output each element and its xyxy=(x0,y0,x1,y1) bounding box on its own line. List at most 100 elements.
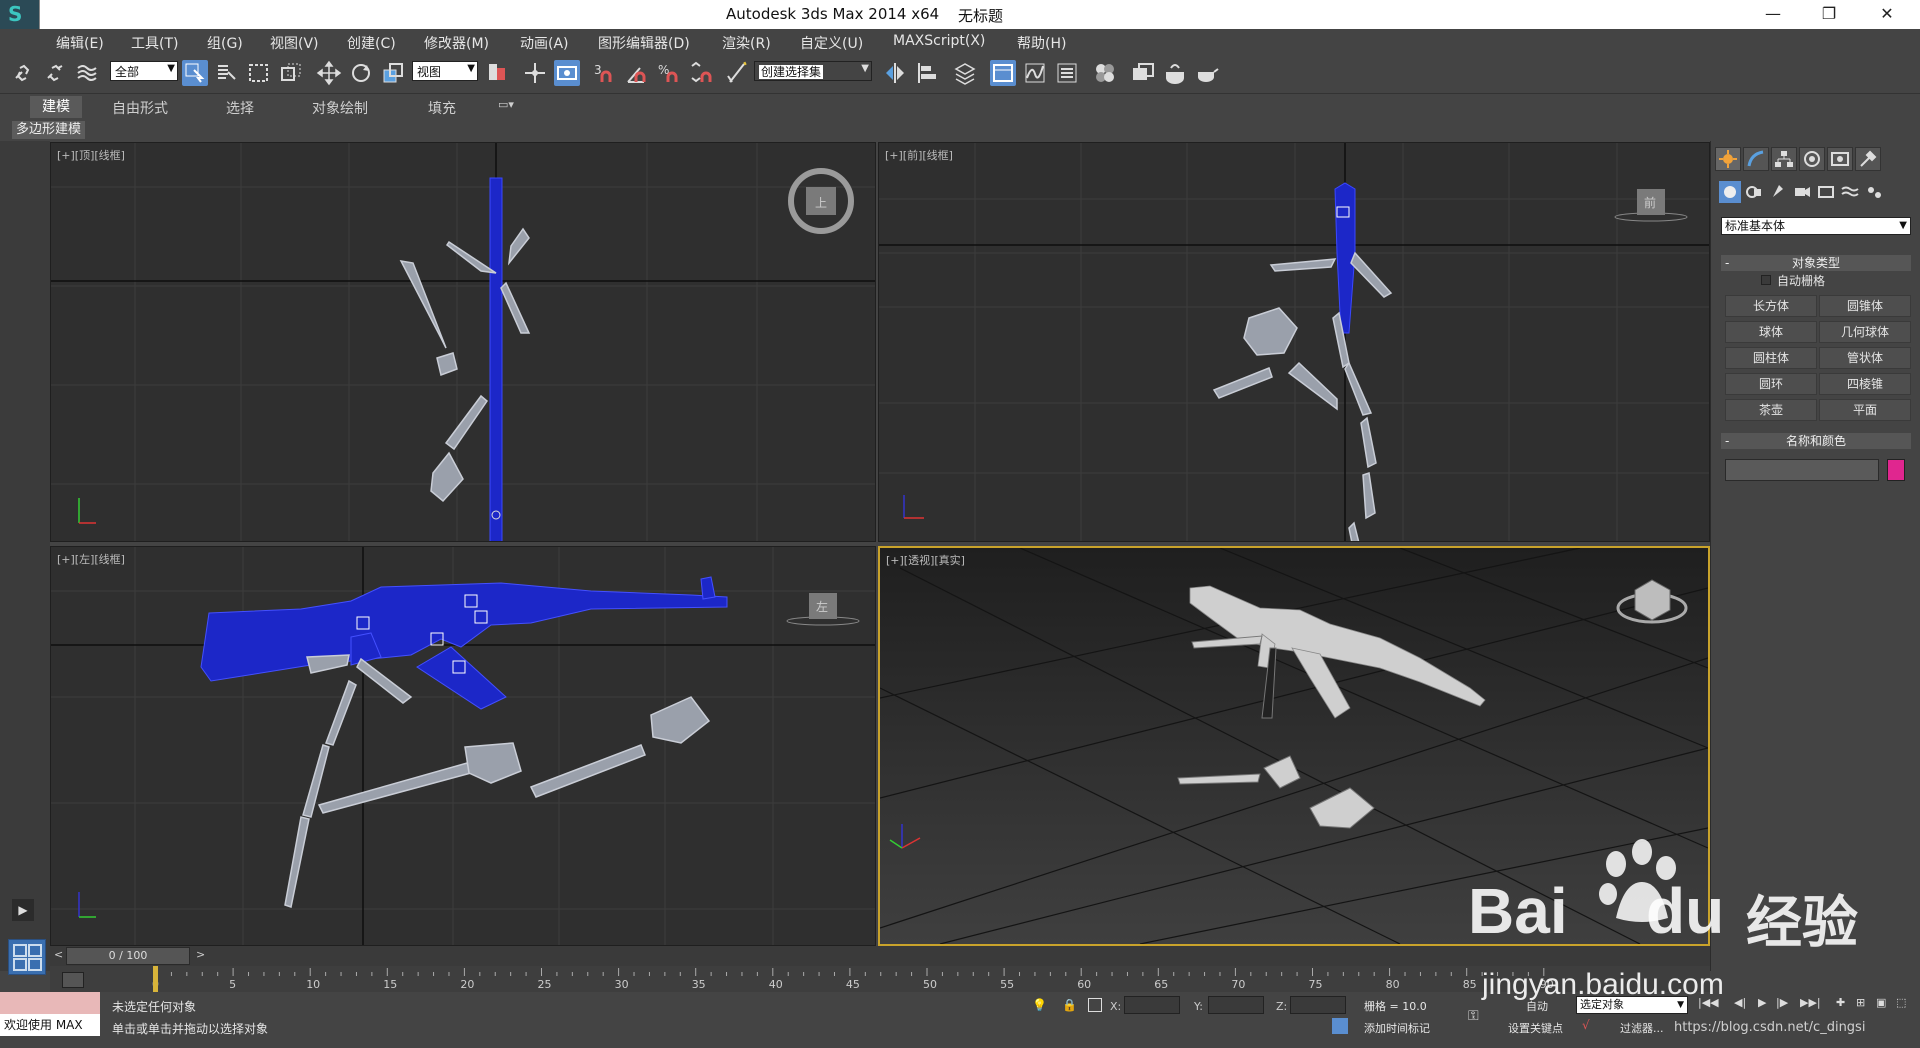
tab-modeling[interactable]: 建模 xyxy=(30,96,82,118)
autogrid-checkbox[interactable] xyxy=(1761,275,1771,285)
viewcube-left[interactable]: 左 xyxy=(786,593,860,626)
align-icon[interactable] xyxy=(914,60,940,86)
y-coord-input[interactable] xyxy=(1208,996,1264,1014)
rotate-icon[interactable] xyxy=(348,60,374,86)
menu-edit[interactable]: 编辑(E) xyxy=(56,33,104,53)
teapot-button[interactable]: 茶壶 xyxy=(1725,399,1817,421)
curve-editor-icon[interactable] xyxy=(1022,60,1048,86)
menu-customize[interactable]: 自定义(U) xyxy=(800,33,863,53)
menu-views[interactable]: 视图(V) xyxy=(270,33,319,53)
tab-freeform[interactable]: 自由形式 xyxy=(112,98,168,118)
torus-button[interactable]: 圆环 xyxy=(1725,373,1817,395)
close-button[interactable]: ✕ xyxy=(1864,0,1910,29)
pyramid-button[interactable]: 四棱锥 xyxy=(1819,373,1911,395)
object-color-swatch[interactable] xyxy=(1887,459,1905,481)
window-crossing-icon[interactable] xyxy=(278,60,304,86)
geosphere-button[interactable]: 几何球体 xyxy=(1819,321,1911,343)
menu-help[interactable]: 帮助(H) xyxy=(1017,33,1066,53)
tab-selection[interactable]: 选择 xyxy=(226,98,254,118)
select-manipulate-icon[interactable] xyxy=(522,60,548,86)
schematic-view-icon[interactable] xyxy=(1054,60,1080,86)
move-icon[interactable] xyxy=(316,60,342,86)
tab-object-paint[interactable]: 对象绘制 xyxy=(312,98,368,118)
object-name-input[interactable] xyxy=(1725,459,1879,481)
viewcube-top[interactable]: 上 xyxy=(788,168,854,234)
viewport-layout-icon[interactable] xyxy=(8,939,46,975)
name-color-rollout-header[interactable]: - 名称和颜色 xyxy=(1721,433,1911,449)
material-editor-icon[interactable] xyxy=(1092,60,1118,86)
viewport-front[interactable]: 前 [+][前][线框] xyxy=(878,142,1710,542)
sphere-button[interactable]: 球体 xyxy=(1725,321,1817,343)
viewport-left[interactable]: 左 [+][左][线框] xyxy=(50,546,876,946)
percent-snap-icon[interactable]: % xyxy=(656,60,682,86)
mirror-icon[interactable] xyxy=(882,60,908,86)
time-slider-prev-icon[interactable]: < xyxy=(54,948,63,961)
time-slider-thumb[interactable]: 0 / 100 xyxy=(66,947,190,965)
add-time-tag[interactable]: 添加时间标记 xyxy=(1364,1020,1430,1036)
menu-create[interactable]: 创建(C) xyxy=(347,33,396,53)
curve-editor-mini-icon[interactable] xyxy=(62,972,84,988)
maxscript-mini-listener[interactable]: 欢迎使用 MAX xyxy=(0,1014,100,1036)
plane-button[interactable]: 平面 xyxy=(1819,399,1911,421)
x-coord-input[interactable] xyxy=(1124,996,1180,1014)
tube-button[interactable]: 管状体 xyxy=(1819,347,1911,369)
rendered-frame-window-icon[interactable] xyxy=(1162,60,1188,86)
scale-icon[interactable] xyxy=(380,60,406,86)
viewport-left-label[interactable]: [+][左][线框] xyxy=(57,551,125,567)
space-warps-icon[interactable] xyxy=(1839,181,1861,203)
spinner-snap-icon[interactable] xyxy=(688,60,714,86)
keyboard-shortcut-override-icon[interactable] xyxy=(554,60,580,86)
minimize-button[interactable]: — xyxy=(1750,0,1796,29)
maxscript-listener-pink[interactable] xyxy=(0,992,100,1014)
viewcube-front[interactable]: 前 xyxy=(1614,189,1688,222)
lights-icon[interactable] xyxy=(1767,181,1789,203)
rectangular-region-icon[interactable] xyxy=(246,60,272,86)
menu-group[interactable]: 组(G) xyxy=(207,33,243,53)
cone-button[interactable]: 圆锥体 xyxy=(1819,295,1911,317)
hierarchy-tab-icon[interactable] xyxy=(1771,147,1797,171)
ribbon-options-icon[interactable]: ▭▾ xyxy=(498,98,514,111)
z-coord-input[interactable] xyxy=(1290,996,1346,1014)
menu-animation[interactable]: 动画(A) xyxy=(520,33,569,53)
modify-tab-icon[interactable] xyxy=(1743,147,1769,171)
viewport-persp-label[interactable]: [+][透视][真实] xyxy=(886,552,965,568)
create-tab-icon[interactable] xyxy=(1715,147,1741,171)
motion-tab-icon[interactable] xyxy=(1799,147,1825,171)
expand-ribbon-icon[interactable]: ▶ xyxy=(12,899,34,921)
polygon-modeling-panel[interactable]: 多边形建模 xyxy=(12,121,86,139)
select-by-name-icon[interactable] xyxy=(214,60,240,86)
unlink-icon[interactable] xyxy=(42,60,68,86)
pivot-center-icon[interactable] xyxy=(484,60,510,86)
layer-manager-icon[interactable] xyxy=(952,60,978,86)
current-frame-marker[interactable] xyxy=(153,966,158,992)
object-type-rollout-header[interactable]: - 对象类型 xyxy=(1721,255,1911,271)
helpers-icon[interactable] xyxy=(1815,181,1837,203)
scene-explorer-icon[interactable] xyxy=(990,60,1016,86)
menu-rendering[interactable]: 渲染(R) xyxy=(722,33,771,53)
shapes-icon[interactable] xyxy=(1743,181,1765,203)
named-selection-dropdown[interactable]: 创建选择集 ▼ xyxy=(754,61,872,81)
maximize-button[interactable]: ❐ xyxy=(1806,0,1852,29)
menu-tools[interactable]: 工具(T) xyxy=(131,33,178,53)
box-button[interactable]: 长方体 xyxy=(1725,295,1817,317)
select-object-icon[interactable] xyxy=(182,60,208,86)
utilities-tab-icon[interactable] xyxy=(1855,147,1881,171)
selection-lock-icon[interactable]: 🔒 xyxy=(1062,998,1077,1012)
absolute-mode-icon[interactable] xyxy=(1088,998,1102,1012)
render-production-icon[interactable] xyxy=(1194,60,1220,86)
key-filters-button[interactable]: 过滤器... xyxy=(1620,1020,1664,1036)
menu-modifiers[interactable]: 修改器(M) xyxy=(424,33,489,53)
cameras-icon[interactable] xyxy=(1791,181,1813,203)
geometry-icon[interactable] xyxy=(1719,181,1741,203)
time-tag-icon[interactable] xyxy=(1332,1018,1348,1034)
edit-named-selection-icon[interactable] xyxy=(724,60,750,86)
viewport-top-label[interactable]: [+][顶][线框] xyxy=(57,147,125,163)
time-slider-next-icon[interactable]: > xyxy=(196,948,205,961)
cylinder-button[interactable]: 圆柱体 xyxy=(1725,347,1817,369)
menu-maxscript[interactable]: MAXScript(X) xyxy=(893,33,985,49)
menu-graph-editors[interactable]: 图形编辑器(D) xyxy=(598,33,690,53)
angle-snap-icon[interactable] xyxy=(624,60,650,86)
reference-coord-dropdown[interactable]: 视图 ▼ xyxy=(412,61,478,81)
set-key-icon[interactable]: ⚿ xyxy=(1468,1008,1479,1024)
viewport-front-label[interactable]: [+][前][线框] xyxy=(885,147,953,163)
